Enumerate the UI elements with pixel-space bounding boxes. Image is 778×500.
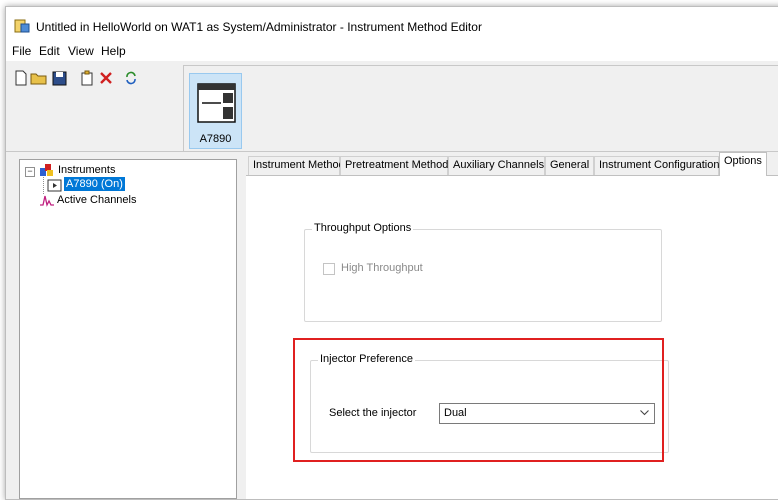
title-bar: Untitled in HelloWorld on WAT1 as System… — [6, 7, 778, 41]
lock-document-icon — [14, 19, 30, 33]
tree-label-instruments: Instruments — [58, 164, 116, 176]
tree-connector — [43, 174, 44, 194]
high-throughput-checkbox[interactable] — [323, 263, 335, 275]
delete-icon[interactable] — [97, 69, 115, 87]
collapse-icon[interactable]: − — [25, 167, 35, 177]
tab-pretreatment-method[interactable]: Pretreatment Method — [340, 156, 448, 175]
tab-instrument-method[interactable]: Instrument Method — [248, 156, 345, 175]
instrument-button-a7890[interactable]: A7890 — [189, 73, 242, 149]
menu-view[interactable]: View — [68, 44, 94, 58]
window-title: Untitled in HelloWorld on WAT1 as System… — [36, 20, 482, 34]
instrument-button-label: A7890 — [199, 133, 232, 145]
instrument-run-icon — [47, 179, 62, 192]
tab-options[interactable]: Options — [719, 152, 767, 176]
new-document-icon[interactable] — [12, 69, 30, 87]
high-throughput-label: High Throughput — [341, 262, 423, 274]
tree-label-a7890: A7890 (On) — [64, 177, 125, 191]
chromatogram-icon — [40, 195, 54, 207]
gc-instrument-icon — [197, 83, 236, 123]
menu-file[interactable]: File — [12, 44, 31, 58]
instrument-panel: A7890 — [183, 65, 778, 152]
menu-help[interactable]: Help — [101, 44, 126, 58]
instruments-icon — [40, 164, 53, 176]
throughput-options-title: Throughput Options — [312, 222, 414, 234]
annotation-highlight-box — [293, 338, 664, 462]
menu-bar: File Edit View Help — [6, 41, 778, 61]
toolbar — [6, 65, 184, 151]
tab-instrument-configuration[interactable]: Instrument Configuration — [594, 156, 719, 175]
open-folder-icon[interactable] — [30, 69, 48, 87]
instrument-tree[interactable]: − Instruments A7890 (On) Active Channels — [19, 159, 237, 499]
refresh-icon[interactable] — [122, 69, 140, 87]
tab-general[interactable]: General — [545, 156, 594, 175]
paste-icon[interactable] — [78, 69, 96, 87]
tree-label-active-channels: Active Channels — [57, 194, 137, 206]
throughput-options-group: Throughput Options High Throughput — [304, 222, 662, 322]
tab-auxiliary-channels[interactable]: Auxiliary Channels — [448, 156, 545, 175]
menu-edit[interactable]: Edit — [39, 44, 60, 58]
save-icon[interactable] — [50, 69, 68, 87]
